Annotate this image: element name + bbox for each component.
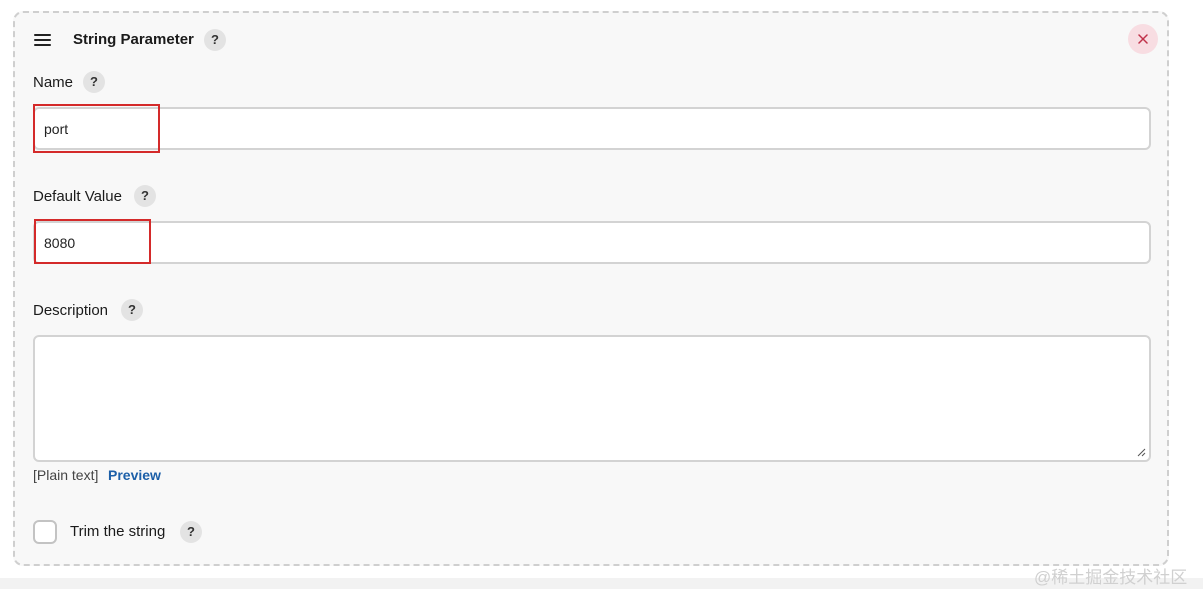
drag-handle-icon[interactable] — [34, 34, 51, 46]
default-value-input[interactable] — [33, 221, 1151, 264]
close-icon — [1138, 34, 1148, 44]
help-icon-description[interactable]: ? — [121, 299, 143, 321]
watermark-text: @稀土掘金技术社区 — [1034, 568, 1188, 587]
help-icon-name[interactable]: ? — [83, 71, 105, 93]
help-icon-trim-string[interactable]: ? — [180, 521, 202, 543]
trim-string-label[interactable]: Trim the string — [70, 523, 165, 540]
name-label: Name — [33, 74, 74, 91]
string-parameter-card — [13, 11, 1169, 566]
default-value-label: Default Value — [33, 188, 122, 205]
help-icon-default-value[interactable]: ? — [134, 185, 156, 207]
page: String Parameter ? Name ? Default Value … — [0, 0, 1203, 589]
preview-link[interactable]: Preview — [108, 467, 161, 483]
resize-grip-icon[interactable] — [1136, 447, 1146, 457]
description-textarea[interactable] — [33, 335, 1151, 462]
bottom-strip — [0, 578, 1203, 589]
help-icon-string-parameter[interactable]: ? — [204, 29, 226, 51]
close-button[interactable] — [1128, 24, 1158, 54]
trim-string-checkbox[interactable] — [33, 520, 57, 544]
description-label: Description — [33, 302, 109, 319]
card-title: String Parameter — [73, 31, 194, 48]
name-input[interactable] — [33, 107, 1151, 150]
plain-text-note: [Plain text] — [33, 467, 99, 483]
